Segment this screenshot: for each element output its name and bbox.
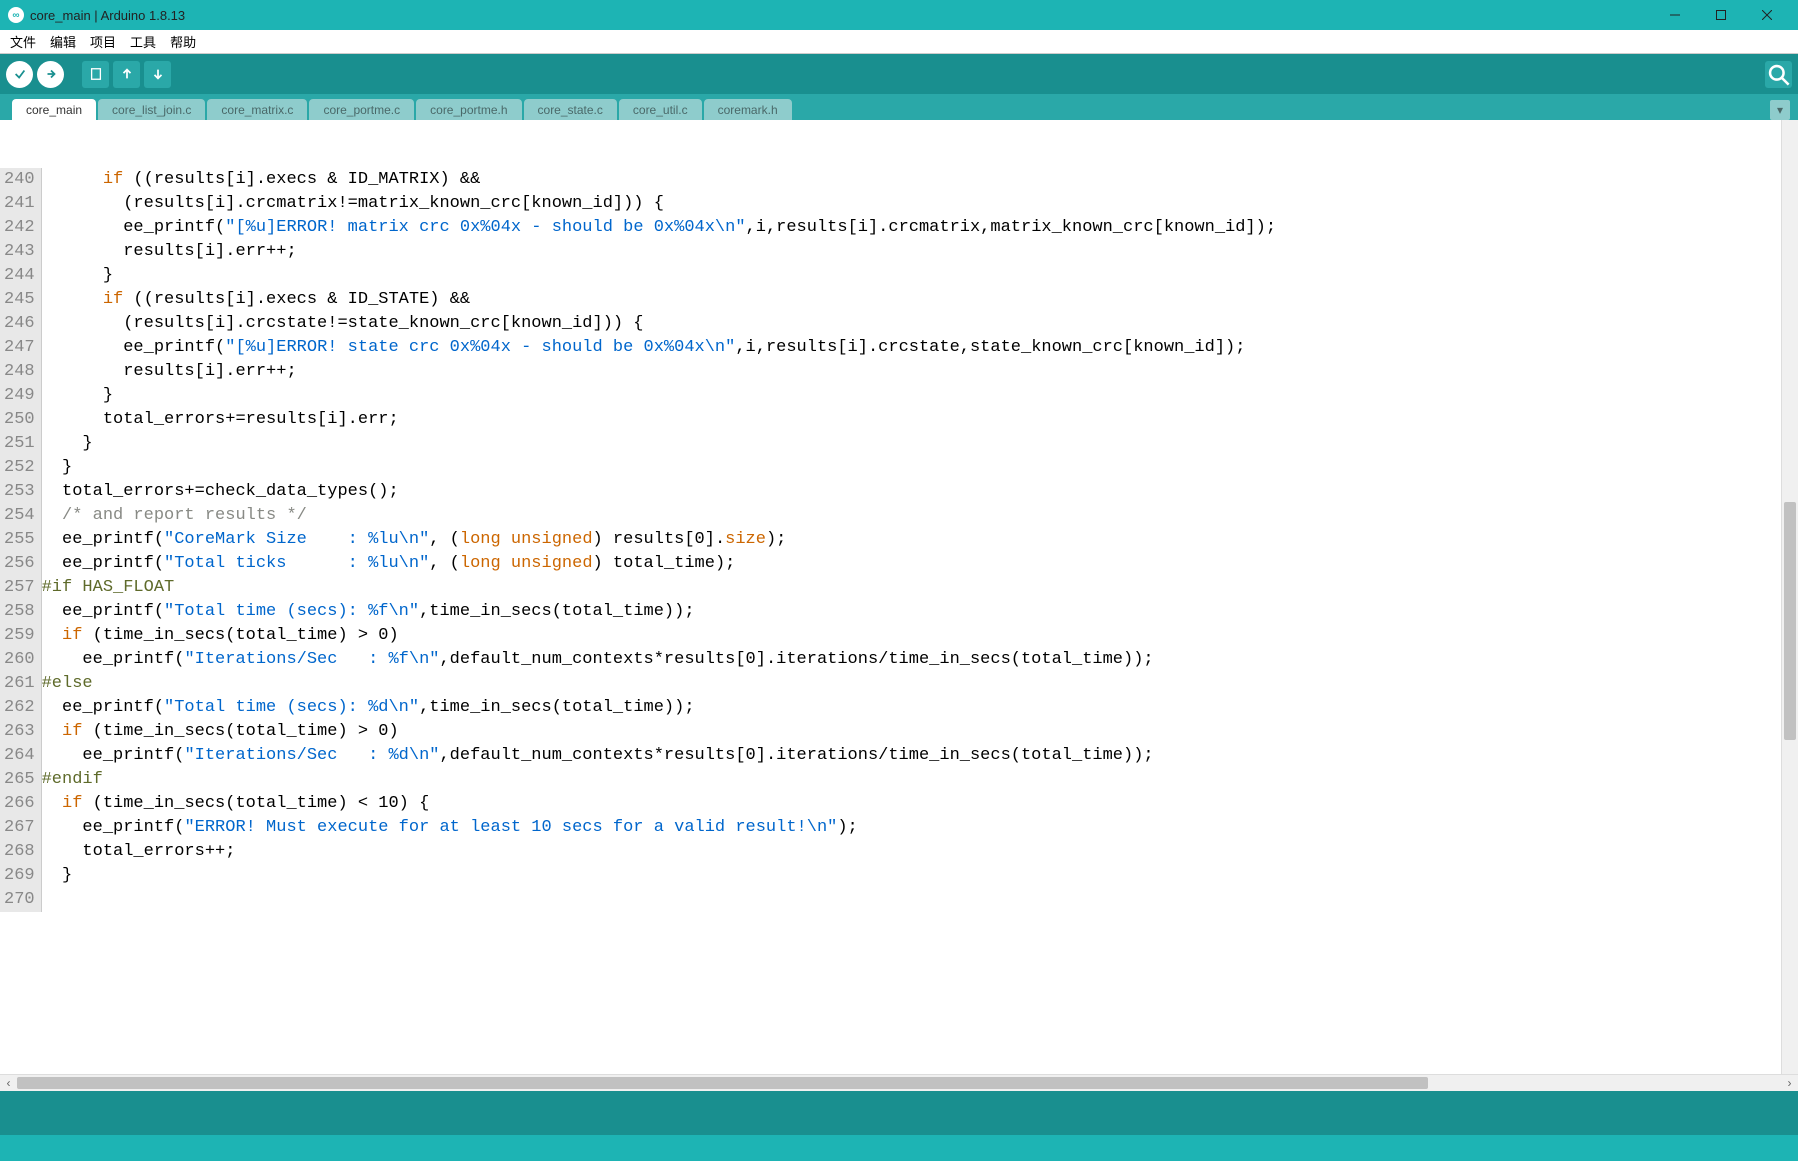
serial-monitor-button[interactable] (1765, 61, 1792, 88)
horizontal-scroll-track[interactable] (17, 1075, 1781, 1091)
vertical-scrollbar[interactable] (1781, 120, 1798, 1074)
toolbar (0, 54, 1798, 94)
menu-help[interactable]: 帮助 (164, 30, 202, 53)
tab-core-portme-c[interactable]: core_portme.c (309, 99, 414, 121)
close-button[interactable] (1744, 0, 1790, 30)
status-bar (0, 1091, 1798, 1135)
tab-menu-button[interactable]: ▾ (1770, 100, 1790, 120)
bottom-bar (0, 1135, 1798, 1161)
check-icon (13, 67, 27, 81)
editor-area: 2402412422432442452462472482492502512522… (0, 120, 1798, 1074)
arrow-up-icon (120, 67, 134, 81)
menu-project[interactable]: 项目 (84, 30, 122, 53)
save-sketch-button[interactable] (144, 61, 171, 88)
tab-core-main[interactable]: core_main (12, 99, 96, 121)
arrow-down-icon (151, 67, 165, 81)
upload-button[interactable] (37, 61, 64, 88)
horizontal-scrollbar[interactable]: ‹ › (0, 1074, 1798, 1091)
maximize-button[interactable] (1698, 0, 1744, 30)
tab-core-portme-h[interactable]: core_portme.h (416, 99, 521, 121)
scroll-right-button[interactable]: › (1781, 1075, 1798, 1092)
open-sketch-button[interactable] (113, 61, 140, 88)
file-icon (89, 67, 103, 81)
chevron-down-icon: ▾ (1777, 103, 1783, 117)
menu-tools[interactable]: 工具 (124, 30, 162, 53)
window-title: core_main | Arduino 1.8.13 (30, 8, 185, 23)
tab-core-state-c[interactable]: core_state.c (524, 99, 617, 121)
chevron-right-icon: › (1788, 1076, 1792, 1090)
close-icon (1762, 10, 1772, 20)
arrow-right-icon (44, 67, 58, 81)
menubar: 文件 编辑 项目 工具 帮助 (0, 30, 1798, 54)
code-content[interactable]: if ((results[i].execs & ID_MATRIX) && (r… (42, 168, 1781, 912)
horizontal-scroll-thumb[interactable] (17, 1077, 1428, 1089)
tab-core-matrix-c[interactable]: core_matrix.c (207, 99, 307, 121)
new-sketch-button[interactable] (82, 61, 109, 88)
tab-bar: core_maincore_list_join.ccore_matrix.cco… (0, 94, 1798, 120)
scroll-left-button[interactable]: ‹ (0, 1075, 17, 1092)
menu-file[interactable]: 文件 (4, 30, 42, 53)
titlebar: core_main | Arduino 1.8.13 (0, 0, 1798, 30)
tab-coremark-h[interactable]: coremark.h (704, 99, 792, 121)
tab-core-util-c[interactable]: core_util.c (619, 99, 702, 121)
maximize-icon (1716, 10, 1726, 20)
verify-button[interactable] (6, 61, 33, 88)
arduino-logo-icon (8, 7, 24, 23)
line-gutter: 2402412422432442452462472482492502512522… (0, 168, 42, 912)
chevron-left-icon: ‹ (7, 1076, 11, 1090)
menu-edit[interactable]: 编辑 (44, 30, 82, 53)
vertical-scroll-thumb[interactable] (1784, 502, 1796, 741)
window-controls (1652, 0, 1790, 30)
code-editor[interactable]: 2402412422432442452462472482492502512522… (0, 120, 1781, 1074)
minimize-button[interactable] (1652, 0, 1698, 30)
magnifier-icon (1765, 61, 1792, 88)
minimize-icon (1670, 10, 1680, 20)
tab-core-list-join-c[interactable]: core_list_join.c (98, 99, 205, 121)
